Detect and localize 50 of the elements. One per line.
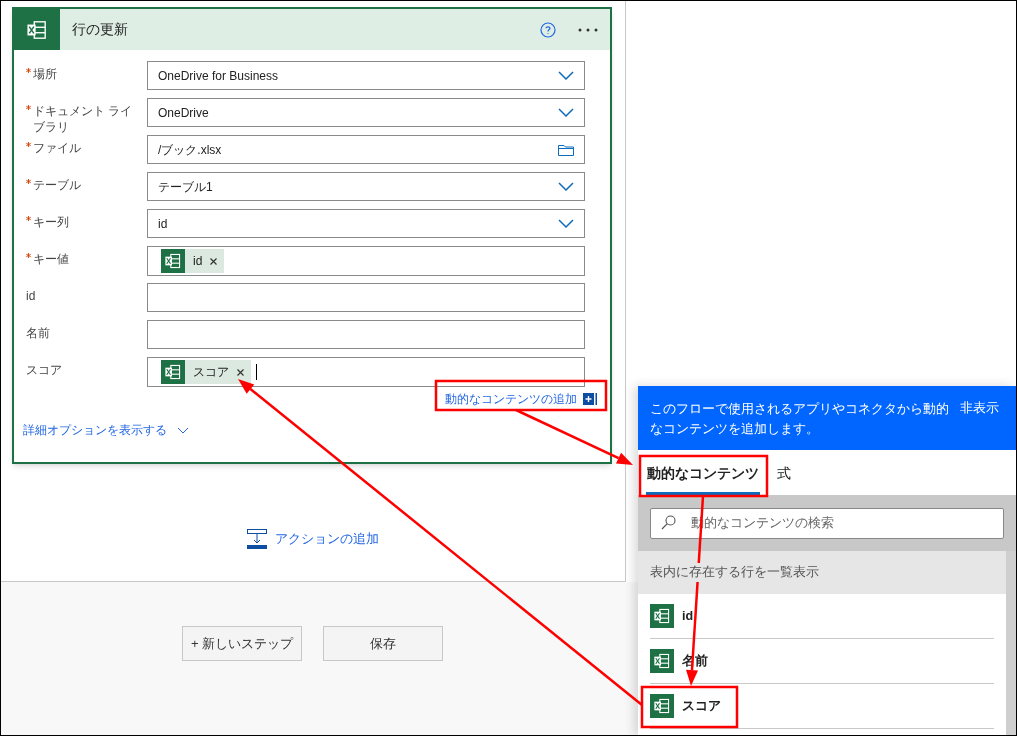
insert-step-icon bbox=[246, 529, 267, 549]
dynamic-content-item[interactable]: スコア bbox=[682, 696, 721, 716]
chevron-down-icon bbox=[558, 182, 574, 191]
field-label: キー列 bbox=[33, 214, 69, 230]
field-label: ドキュメント ライブラリ bbox=[33, 103, 134, 135]
hide-link[interactable]: 非表示 bbox=[960, 399, 999, 418]
spreadsheet-icon bbox=[650, 604, 674, 628]
token-chip: スコア bbox=[161, 360, 251, 384]
field-label: テーブル bbox=[33, 177, 81, 193]
dropdown-field[interactable]: id bbox=[147, 209, 585, 238]
token-field[interactable]: スコア bbox=[147, 357, 585, 387]
panel-description: このフローで使用されるアプリやコネクタから動的なコンテンツを追加します。 bbox=[650, 401, 950, 438]
add-icon bbox=[583, 393, 597, 405]
spreadsheet-icon bbox=[161, 360, 185, 384]
spreadsheet-icon bbox=[161, 249, 185, 273]
dropdown-field[interactable]: テーブル1 bbox=[147, 172, 585, 201]
field-label: キー値 bbox=[33, 251, 69, 267]
field-label: スコア bbox=[26, 362, 62, 378]
panel-tab[interactable]: 式 bbox=[776, 457, 792, 495]
dynamic-content-item[interactable]: id bbox=[682, 606, 694, 626]
remove-icon[interactable] bbox=[210, 257, 218, 265]
section-header: 表内に存在する行を一覧表示 bbox=[650, 563, 819, 582]
dropdown-field[interactable]: OneDrive for Business bbox=[147, 61, 585, 90]
spreadsheet-icon bbox=[650, 694, 674, 718]
dropdown-field[interactable]: OneDrive bbox=[147, 98, 585, 127]
field-label: 場所 bbox=[33, 66, 57, 82]
field-label: ファイル bbox=[33, 140, 81, 156]
spreadsheet-icon bbox=[650, 649, 674, 673]
add-dynamic-content-link[interactable]: 動的なコンテンツの追加 bbox=[445, 391, 597, 407]
save-button[interactable]: 保存 bbox=[323, 626, 443, 661]
token-field[interactable]: id bbox=[147, 246, 585, 276]
file-field[interactable]: /ブック.xlsx bbox=[147, 135, 585, 164]
card-title: 行の更新 bbox=[72, 20, 129, 39]
chevron-down-icon bbox=[558, 219, 574, 228]
text-field[interactable] bbox=[147, 320, 585, 349]
chevron-down-icon bbox=[177, 426, 189, 434]
new-step-button[interactable]: + 新しいステップ bbox=[182, 626, 302, 661]
folder-icon bbox=[558, 143, 574, 156]
remove-icon[interactable] bbox=[237, 368, 244, 376]
more-options-icon[interactable] bbox=[578, 27, 598, 32]
field-label: id bbox=[26, 288, 36, 304]
advanced-options-link[interactable]: 詳細オプションを表示する bbox=[23, 421, 167, 439]
text-field[interactable] bbox=[147, 283, 585, 312]
help-icon[interactable] bbox=[540, 21, 556, 38]
token-chip: id bbox=[161, 249, 225, 273]
chevron-down-icon bbox=[558, 108, 574, 117]
search-icon bbox=[661, 515, 676, 530]
add-action-link[interactable]: アクションの追加 bbox=[246, 529, 379, 549]
field-label: 名前 bbox=[26, 325, 50, 341]
chevron-down-icon bbox=[558, 71, 574, 80]
